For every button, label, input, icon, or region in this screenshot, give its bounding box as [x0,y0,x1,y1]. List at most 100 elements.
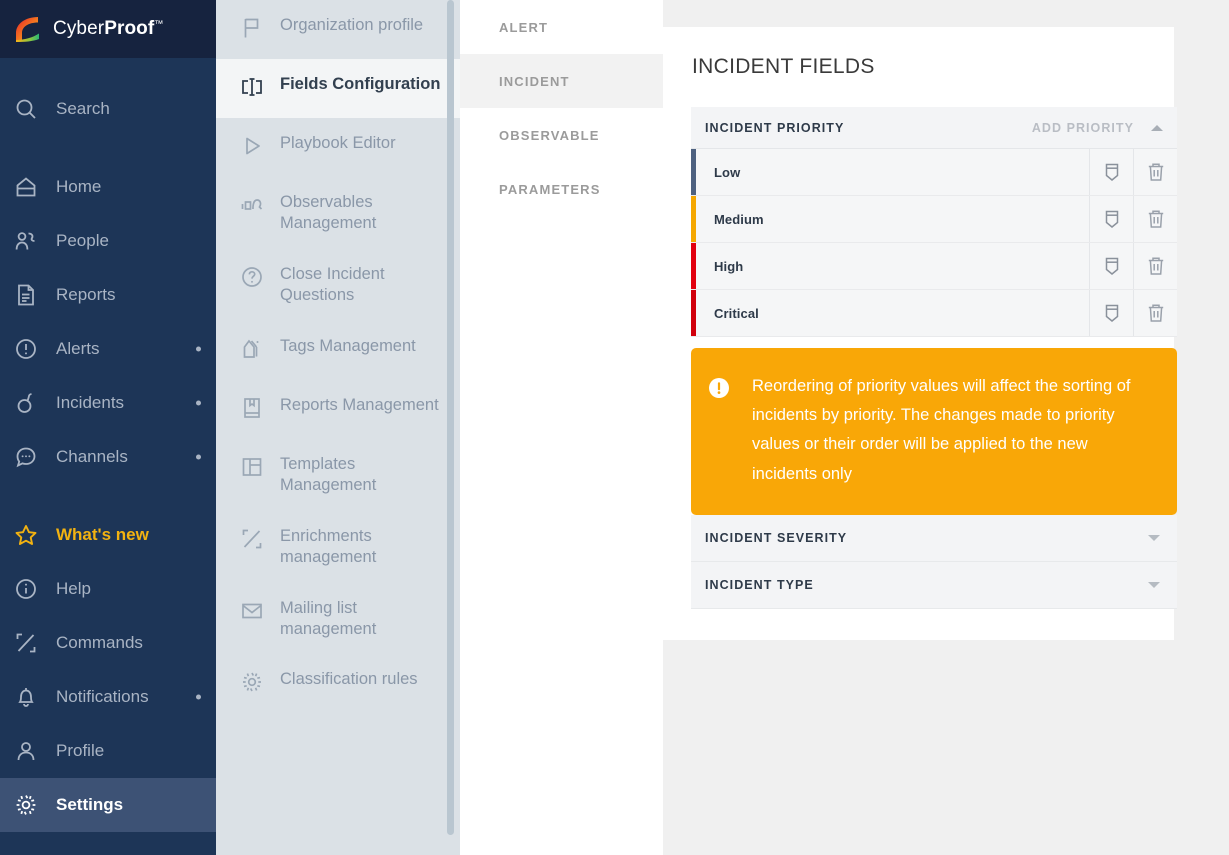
priority-label: Low [714,164,741,180]
priority-label: High [714,258,744,274]
sidebar-item-people[interactable]: People [0,214,216,268]
brand-name-light: Cyber [53,18,105,39]
sidebar-item-whats-new[interactable]: What's new [0,508,216,562]
sidebar-item-label: What's new [56,525,149,544]
brand-header: CyberProof™ [0,0,216,58]
add-priority-button[interactable]: ADD PRIORITY [1032,121,1134,135]
sidebar-item-label: People [56,231,109,250]
warning-message: Reordering of priority values will affec… [752,377,1131,483]
shield-icon[interactable] [1089,243,1133,289]
submenu-item-mailing-list-management[interactable]: Mailing list management [216,583,460,655]
commands-icon [14,631,44,655]
incident-severity-panel[interactable]: INCIDENT SEVERITY [691,514,1177,562]
home-icon [14,175,44,199]
sidebar-item-alerts[interactable]: Alerts [0,322,216,376]
sidebar-item-label: Channels [56,447,128,466]
submenu-item-observables-management[interactable]: Observables Management [216,177,460,249]
submenu-item-label: Classification rules [280,670,418,689]
bell-icon [14,685,44,709]
table-row[interactable]: Low [691,149,1177,196]
submenu-item-playbook-editor[interactable]: Playbook Editor [216,118,460,177]
incident-type-panel[interactable]: INCIDENT TYPE [691,561,1177,609]
flag-icon [240,14,266,40]
submenu-item-reports-management[interactable]: Reports Management [216,380,460,439]
bomb-icon [14,391,44,415]
enrichment-icon [240,525,266,551]
alert-circle-icon [14,337,44,361]
sidebar-item-help[interactable]: Help [0,562,216,616]
submenu-item-organization-profile[interactable]: Organization profile [216,0,460,59]
sidebar-item-label: Profile [56,741,105,760]
sidebar-item-label: Notifications [56,687,149,706]
sidebar-nav: Search Home People Reports Alerts Incide… [0,58,216,855]
submenu-item-close-incident-questions[interactable]: Close Incident Questions [216,249,460,321]
sidebar-item-home[interactable]: Home [0,160,216,214]
submenu-item-fields-configuration[interactable]: Fields Configuration [216,59,460,118]
submenu-item-classification-rules[interactable]: Classification rules [216,654,460,713]
tab-incident[interactable]: INCIDENT [460,54,663,108]
app-root: CyberProof™ Search Home People Reports A… [0,0,1229,855]
tab-label: OBSERVABLE [499,127,600,143]
template-icon [240,453,266,479]
sidebar-item-commands[interactable]: Commands [0,616,216,670]
gear-icon [14,793,44,817]
incident-fields-card: INCIDENT FIELDS INCIDENT PRIORITY ADD PR… [663,27,1177,640]
caret-up-icon[interactable] [1151,124,1163,131]
sidebar-item-label: Settings [56,795,124,814]
sidebar-item-incidents[interactable]: Incidents [0,376,216,430]
submenu-item-label: Enrichments management [280,526,377,567]
star-icon [14,523,44,547]
sidebar-item-search[interactable]: Search [0,82,216,136]
caret-down-icon[interactable] [1148,534,1160,541]
search-icon [14,97,44,121]
gear-small-icon [240,668,266,694]
submenu-scrollbar-thumb[interactable] [447,0,454,835]
tab-parameters[interactable]: PARAMETERS [460,162,663,216]
tab-alert[interactable]: ALERT [460,0,663,54]
submenu-item-label: Observables Management [280,193,377,233]
sidebar-item-notifications[interactable]: Notifications [0,670,216,724]
question-icon [240,263,266,289]
panel-title: INCIDENT SEVERITY [705,530,848,545]
sidebar-item-settings[interactable]: Settings [0,778,216,832]
cyberproof-logo-icon [14,15,44,43]
submenu-item-templates-management[interactable]: Templates Management [216,439,460,511]
table-row[interactable]: Critical [691,290,1177,337]
submenu-item-label: Reports Management [280,395,439,414]
fields-tab-column: ALERT INCIDENT OBSERVABLE PARAMETERS [460,0,663,855]
submenu-item-label: Playbook Editor [280,134,396,152]
shield-icon[interactable] [1089,196,1133,242]
submenu-item-label: Organization profile [280,16,424,34]
trash-icon[interactable] [1133,243,1177,289]
trash-icon[interactable] [1133,149,1177,195]
tab-label: PARAMETERS [499,181,601,197]
table-row[interactable]: Medium [691,196,1177,243]
caret-down-icon[interactable] [1148,581,1160,588]
tab-label: ALERT [499,19,549,35]
submenu-item-tags-management[interactable]: Tags Management [216,321,460,380]
sidebar-item-profile[interactable]: Profile [0,724,216,778]
sidebar-item-channels[interactable]: Channels [0,430,216,484]
sidebar-item-reports[interactable]: Reports [0,268,216,322]
submenu-item-label: Templates Management [280,454,377,495]
chat-icon [14,445,44,469]
notification-dot [196,346,201,352]
brand-name-bold: Proof [104,18,155,39]
info-circle-icon [14,577,44,601]
notification-dot [196,400,201,406]
submenu-item-enrichments-management[interactable]: Enrichments management [216,511,460,583]
tab-observable[interactable]: OBSERVABLE [460,108,663,162]
shield-icon[interactable] [1089,149,1133,195]
page-title: INCIDENT FIELDS [692,55,875,78]
notification-dot [196,454,201,460]
shield-icon[interactable] [1089,290,1133,336]
trash-icon[interactable] [1133,196,1177,242]
sidebar-item-label: Home [56,177,102,196]
table-row[interactable]: High [691,243,1177,290]
submenu-item-label: Mailing list management [280,598,377,638]
mail-icon [240,597,266,623]
main-content: INCIDENT FIELDS INCIDENT PRIORITY ADD PR… [663,0,1229,855]
trash-icon[interactable] [1133,290,1177,336]
panel-title: INCIDENT TYPE [705,577,814,592]
